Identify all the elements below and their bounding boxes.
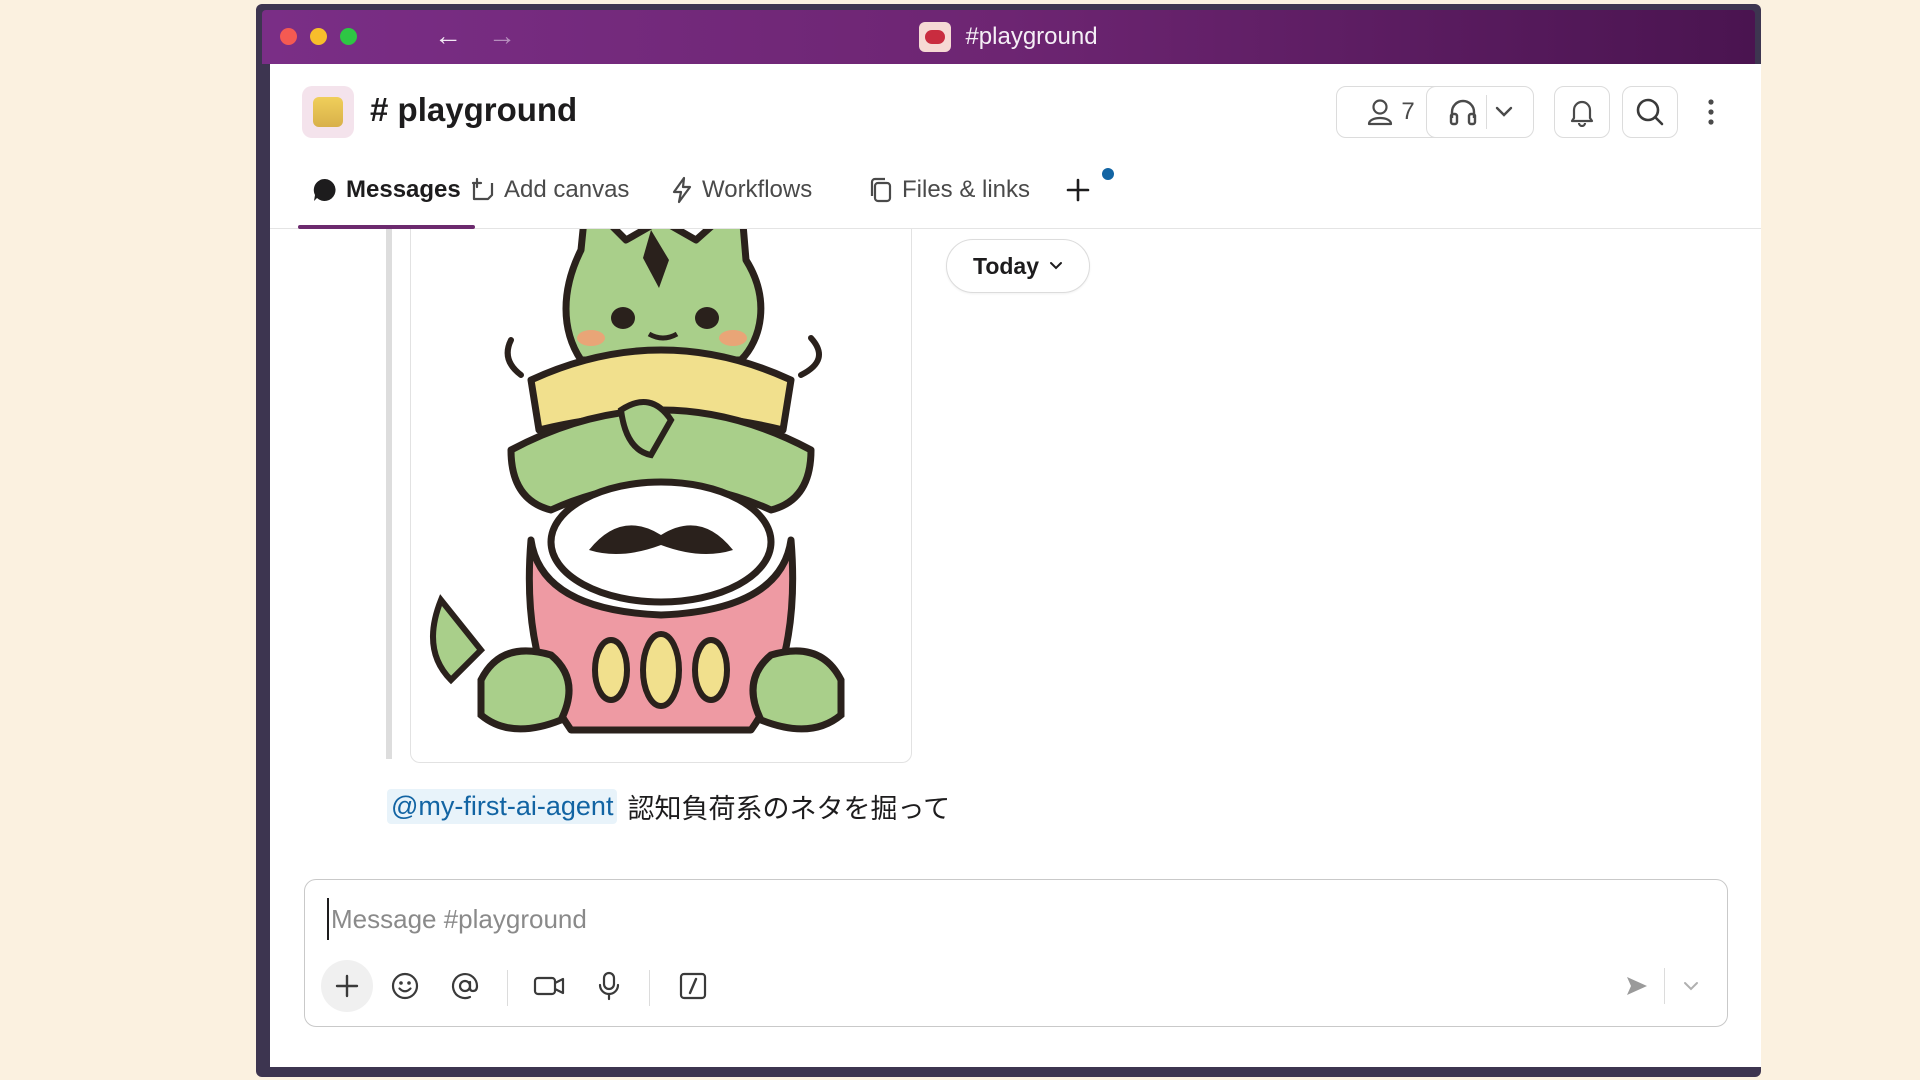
more-options-button[interactable] bbox=[1696, 86, 1726, 138]
message-bubble-icon bbox=[313, 178, 336, 201]
attach-button[interactable] bbox=[321, 960, 373, 1012]
shortcuts-button[interactable] bbox=[673, 966, 713, 1006]
tab-label: Workflows bbox=[702, 176, 813, 203]
tab-files-links[interactable]: Files & links bbox=[868, 152, 1030, 228]
tab-messages[interactable]: Messages bbox=[298, 152, 475, 229]
tab-label: Files & links bbox=[902, 176, 1031, 203]
tab-add-canvas[interactable]: Add canvas bbox=[470, 152, 629, 228]
send-button[interactable] bbox=[1617, 966, 1657, 1006]
send-icon bbox=[1627, 977, 1647, 995]
channel-hash: # bbox=[370, 91, 389, 128]
title-bar: ← → #playground bbox=[262, 10, 1755, 64]
channel-title[interactable]: # playground bbox=[370, 84, 577, 136]
notifications-button[interactable] bbox=[1554, 86, 1610, 138]
message-list[interactable]: Today @my-first-ai-agent 認知負荷系のネタを掘って bbox=[270, 229, 1761, 869]
more-vertical-icon bbox=[1708, 99, 1714, 125]
tab-workflows[interactable]: Workflows bbox=[670, 152, 812, 228]
bell-icon bbox=[1570, 100, 1594, 127]
add-tab-button[interactable] bbox=[1065, 152, 1091, 228]
emoji-button[interactable] bbox=[385, 966, 425, 1006]
lightning-icon bbox=[672, 176, 692, 204]
tab-label: Messages bbox=[346, 176, 461, 203]
chevron-down-icon bbox=[1684, 982, 1698, 991]
slash-command-icon bbox=[679, 972, 707, 1000]
channel-panel: # playground 7 Messages Add canvas Workf… bbox=[270, 64, 1761, 1067]
message-body: 認知負荷系のネタを掘って bbox=[627, 794, 951, 824]
microphone-icon bbox=[598, 971, 620, 1001]
emoji-icon bbox=[391, 972, 419, 1000]
person-icon bbox=[1368, 99, 1393, 126]
message-composer bbox=[304, 879, 1728, 1027]
channel-tabs: Messages Add canvas Workflows Files & li… bbox=[270, 152, 1761, 229]
channel-avatar[interactable] bbox=[302, 86, 354, 138]
message-text: @my-first-ai-agent 認知負荷系のネタを掘って bbox=[387, 787, 950, 826]
date-divider-label: Today bbox=[972, 252, 1040, 279]
huddle-button[interactable] bbox=[1426, 86, 1534, 138]
thread-indicator bbox=[386, 229, 392, 759]
plus-icon bbox=[335, 974, 359, 998]
notification-dot bbox=[1102, 168, 1114, 180]
search-button[interactable] bbox=[1622, 86, 1678, 138]
search-icon bbox=[1636, 98, 1664, 126]
huddle-divider bbox=[1485, 95, 1487, 129]
send-divider bbox=[1664, 968, 1665, 1004]
channel-header: # playground 7 bbox=[270, 64, 1761, 152]
files-icon bbox=[870, 177, 892, 203]
send-options-button[interactable] bbox=[1671, 966, 1711, 1006]
canvas-icon bbox=[471, 177, 494, 201]
audio-clip-button[interactable] bbox=[589, 966, 629, 1006]
image-attachment[interactable] bbox=[410, 229, 912, 763]
member-count: 7 bbox=[1401, 98, 1415, 125]
toolbar-divider bbox=[649, 970, 650, 1006]
chevron-down-icon[interactable] bbox=[1495, 106, 1513, 118]
at-mention-icon bbox=[451, 973, 479, 1000]
workspace-icon bbox=[919, 22, 952, 52]
mention-button[interactable] bbox=[445, 966, 485, 1006]
window-title-text: #playground bbox=[965, 23, 1098, 50]
headphones-icon[interactable] bbox=[1448, 98, 1478, 126]
toolbar-divider bbox=[507, 970, 508, 1006]
video-clip-button[interactable] bbox=[529, 966, 569, 1006]
video-icon bbox=[533, 976, 565, 996]
window-title: #playground bbox=[262, 10, 1755, 64]
app-window: ← → #playground # playground 7 Messages … bbox=[256, 4, 1761, 1077]
date-divider-button[interactable]: Today bbox=[946, 239, 1090, 293]
channel-name: playground bbox=[397, 91, 578, 128]
sticker-image bbox=[430, 229, 845, 734]
user-mention[interactable]: @my-first-ai-agent bbox=[387, 789, 618, 824]
plus-icon bbox=[1066, 178, 1090, 202]
message-input[interactable] bbox=[327, 898, 1705, 940]
chevron-down-icon bbox=[1050, 262, 1063, 270]
tab-label: Add canvas bbox=[504, 176, 630, 203]
